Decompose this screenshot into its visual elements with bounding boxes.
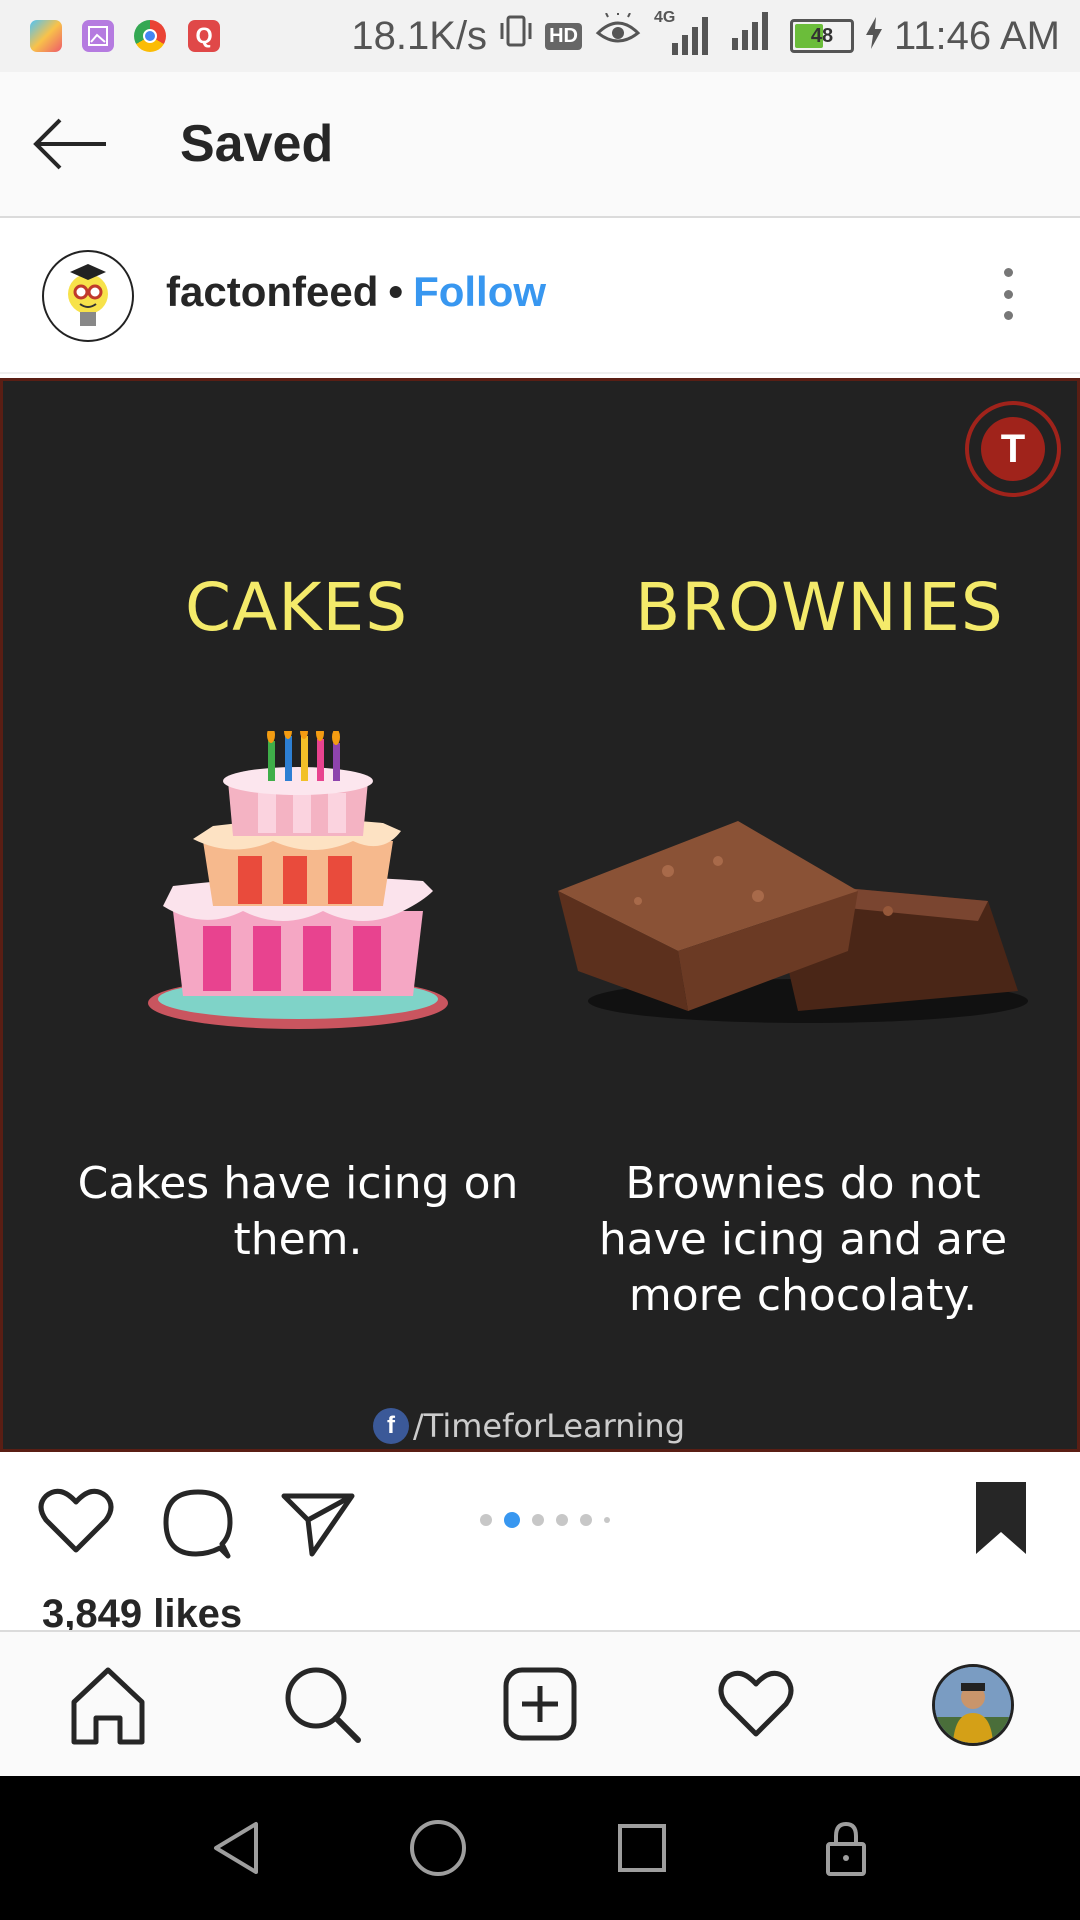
eye-comfort-icon xyxy=(594,11,642,59)
signal-icon xyxy=(722,8,778,64)
follow-button[interactable]: Follow xyxy=(413,268,546,316)
share-icon[interactable] xyxy=(278,1482,358,1562)
comment-icon[interactable] xyxy=(158,1482,238,1562)
post-username[interactable]: factonfeed xyxy=(166,268,378,316)
carousel-indicator xyxy=(480,1512,610,1528)
separator: • xyxy=(388,268,404,315)
system-navigation-bar xyxy=(0,1776,1080,1920)
post-user-row: factonfeed • Follow xyxy=(166,268,546,316)
lock-icon[interactable] xyxy=(814,1816,878,1880)
network-speed: 18.1K/s xyxy=(351,13,488,58)
search-icon[interactable] xyxy=(280,1662,364,1746)
carousel-dot xyxy=(504,1512,520,1528)
home-circle-icon[interactable] xyxy=(406,1816,470,1880)
back-arrow-icon[interactable] xyxy=(30,116,110,172)
page-title: Saved xyxy=(180,115,334,173)
post-avatar[interactable] xyxy=(42,250,134,342)
heart-icon[interactable] xyxy=(36,1482,116,1562)
gallery-app-icon xyxy=(82,20,114,52)
carousel-dot xyxy=(480,1514,492,1526)
profile-avatar[interactable] xyxy=(932,1664,1014,1746)
vibrate-icon xyxy=(499,11,533,61)
bookmark-icon[interactable] xyxy=(962,1478,1042,1558)
brownies-caption: Brownies do not have icing and are more … xyxy=(598,1158,1008,1321)
carousel-dot xyxy=(580,1514,592,1526)
carousel-dot xyxy=(556,1514,568,1526)
cakes-heading: CAKES xyxy=(185,569,409,646)
q-app-icon: Q xyxy=(188,20,220,52)
recents-square-icon[interactable] xyxy=(610,1816,674,1880)
more-vertical-icon[interactable] xyxy=(990,268,1026,320)
battery-level: 48 xyxy=(810,24,834,47)
hd-badge: HD xyxy=(545,22,582,50)
facebook-icon: f xyxy=(373,1408,409,1444)
back-triangle-icon[interactable] xyxy=(204,1816,268,1880)
activity-heart-icon[interactable] xyxy=(714,1662,798,1746)
cake-illustration xyxy=(143,723,453,1031)
credit-text: /TimeforLearning xyxy=(413,1407,686,1445)
battery-icon: 48 xyxy=(789,19,854,53)
brownies-heading: BROWNIES xyxy=(635,569,1004,646)
carousel-dot xyxy=(604,1517,610,1523)
image-credit: f /TimeforLearning xyxy=(373,1407,685,1445)
add-post-icon[interactable] xyxy=(498,1662,582,1746)
post-image[interactable]: T CAKES BROWNIES Cakes have icing on the… xyxy=(0,378,1080,1452)
status-bar: Q 18.1K/s HD 4G 48 11:46 AM xyxy=(0,0,1080,72)
home-icon[interactable] xyxy=(66,1662,150,1746)
post-actions: 3,849 likes xyxy=(0,1452,1080,1636)
signal-4g-icon: 4G xyxy=(654,9,710,59)
logo-letter: T xyxy=(1001,427,1025,471)
post-header: factonfeed • Follow xyxy=(0,218,1080,374)
cakes-caption: Cakes have icing on them. xyxy=(77,1158,519,1265)
puzzle-app-icon xyxy=(30,20,62,52)
bottom-nav xyxy=(0,1630,1080,1778)
brownie-illustration xyxy=(558,801,1028,1031)
carousel-dot xyxy=(532,1514,544,1526)
clock: 11:46 AM xyxy=(893,13,1060,58)
chrome-icon xyxy=(134,20,166,52)
top-header: Saved xyxy=(0,72,1080,218)
brand-logo: T xyxy=(963,399,1063,499)
charging-icon xyxy=(865,14,882,59)
